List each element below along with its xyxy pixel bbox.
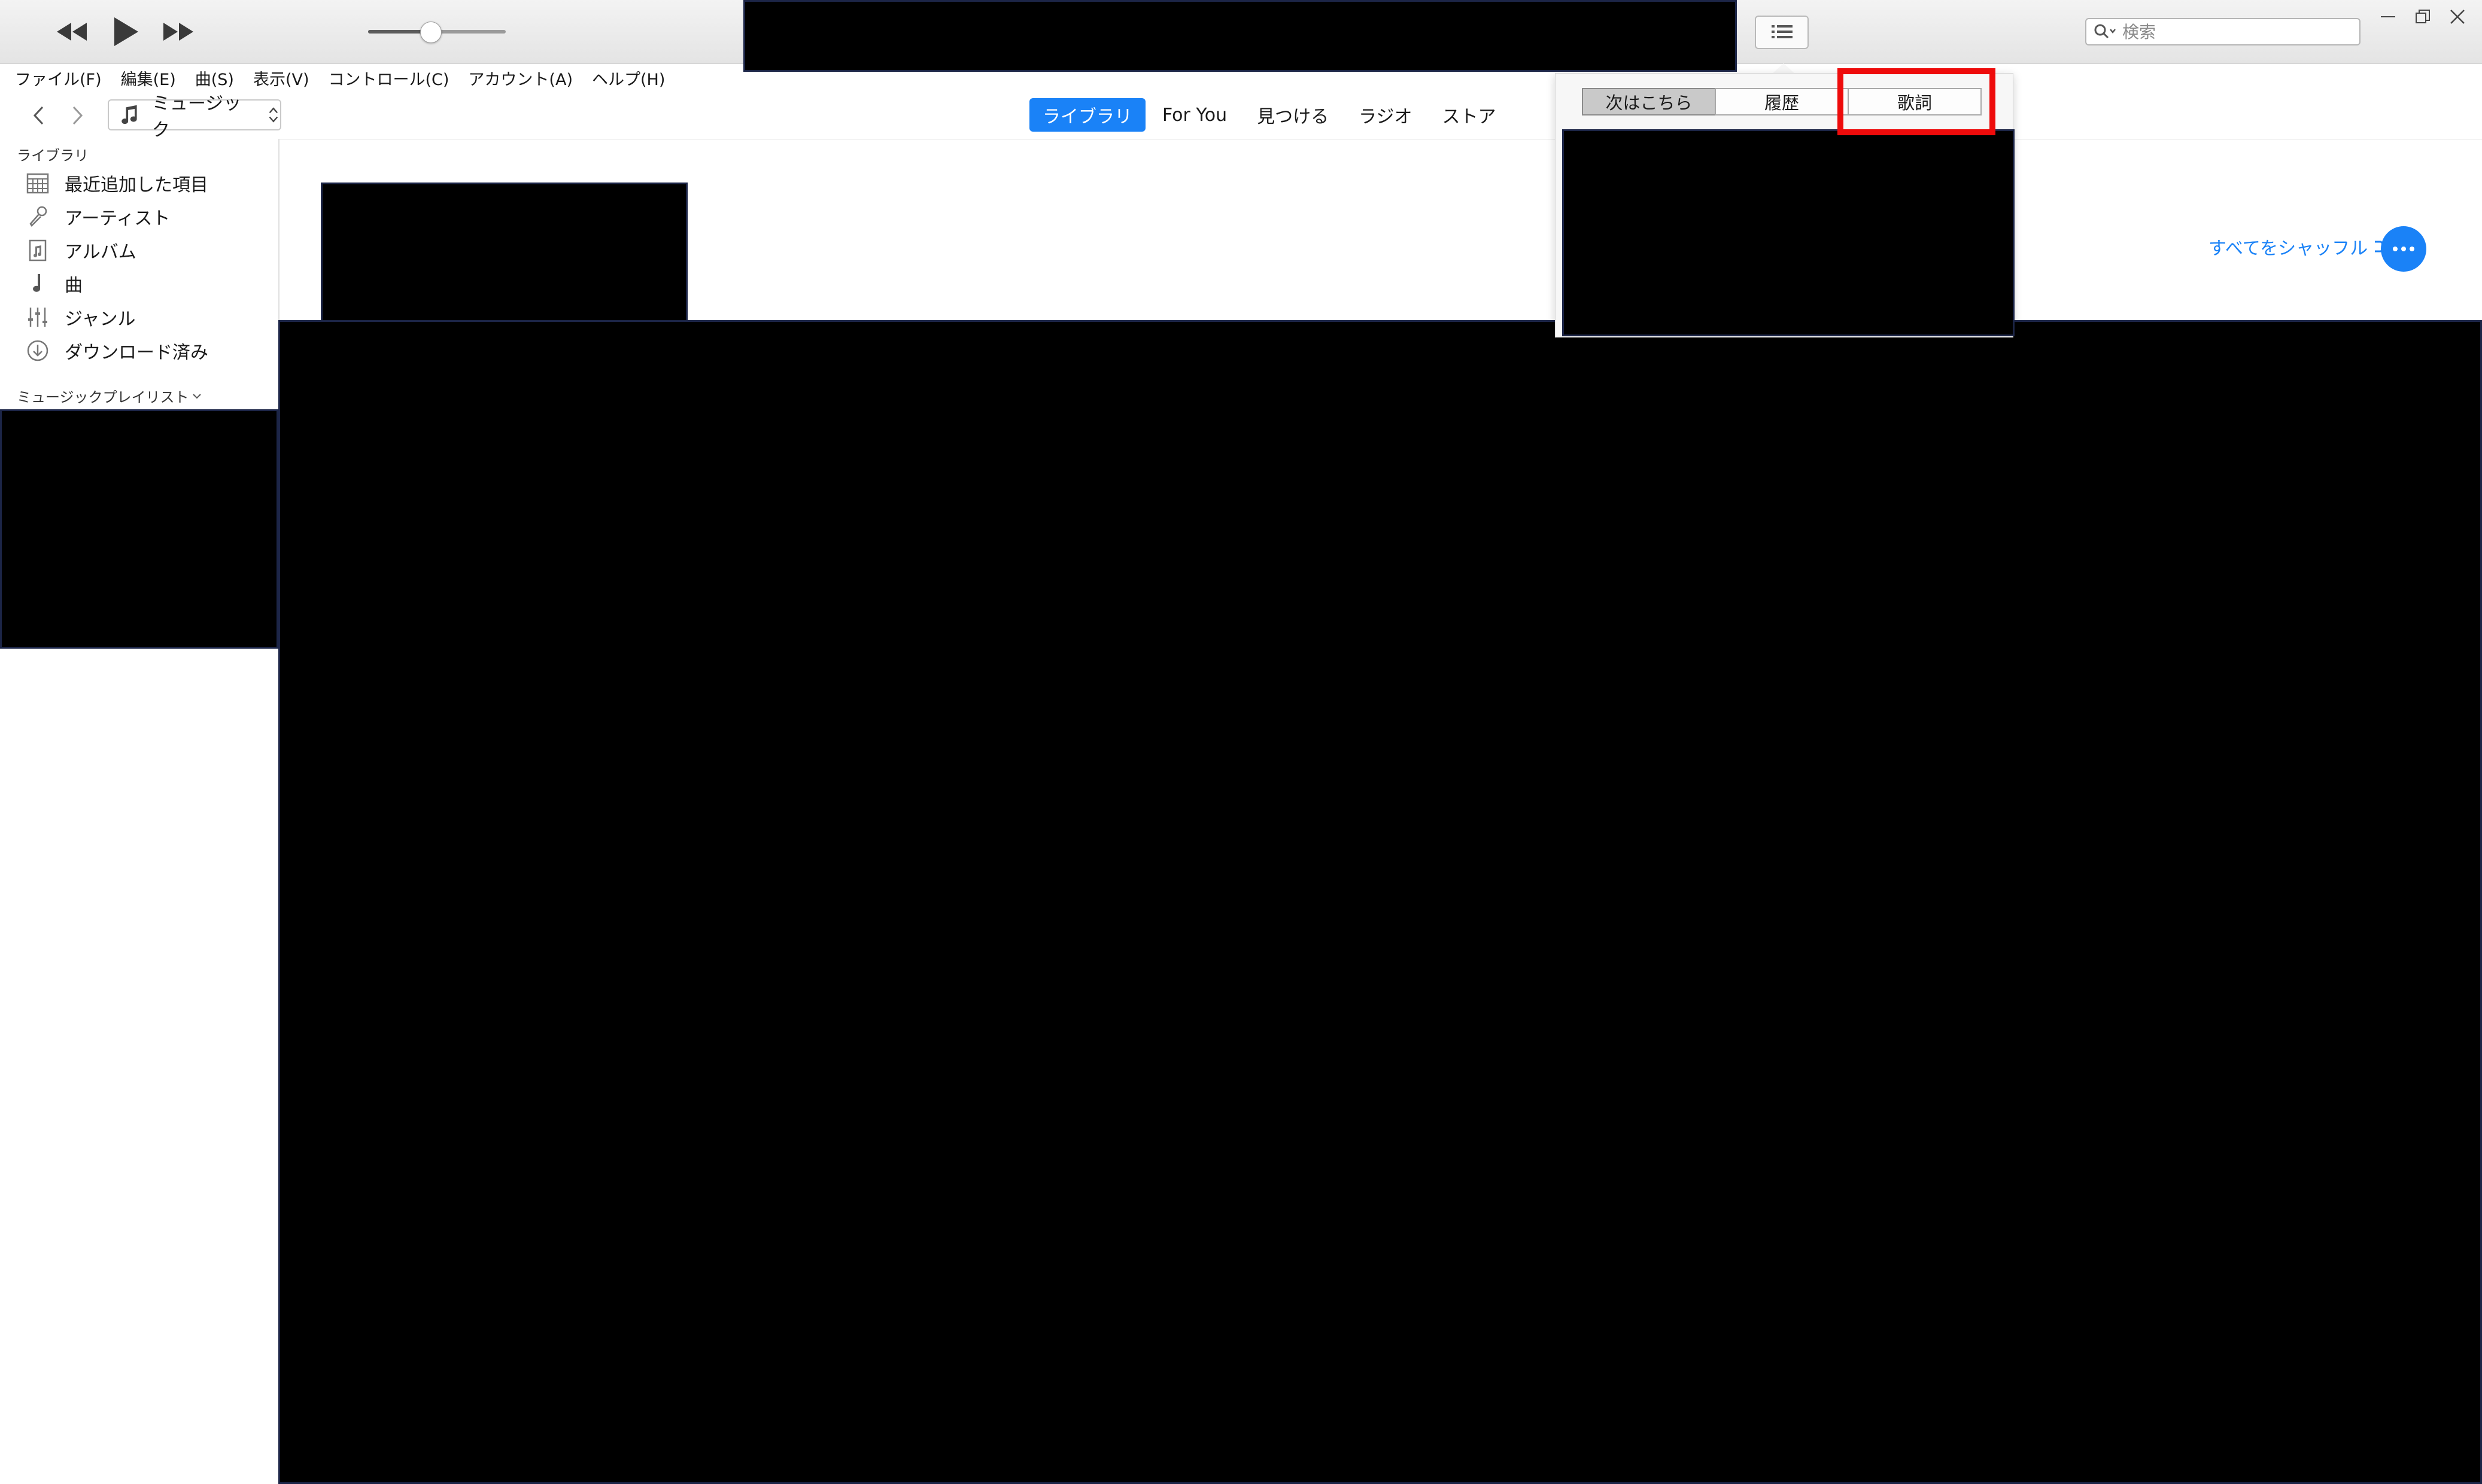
media-type-picker[interactable]: ミュージック	[108, 93, 281, 141]
minimize-icon[interactable]	[2370, 4, 2406, 30]
album-artwork[interactable]	[321, 183, 688, 323]
tab-store[interactable]: ストア	[1429, 98, 1509, 132]
sidebar-item-label: ダウンロード済み	[65, 342, 208, 363]
sidebar-item-albums[interactable]: アルバム	[24, 235, 136, 266]
library-header: ライブラリ	[17, 147, 89, 164]
sidebar-item-label: 曲	[65, 275, 83, 296]
library-content[interactable]	[278, 320, 2482, 1484]
sidebar-item-label: アルバム	[65, 242, 136, 263]
player-toolbar	[0, 0, 2482, 72]
restore-icon[interactable]	[2405, 4, 2441, 30]
playlists-list[interactable]	[0, 409, 278, 649]
chevron-down-icon	[192, 393, 201, 399]
volume-slider[interactable]	[368, 22, 506, 43]
sidebar-item-label: 最近追加した項目	[65, 175, 208, 196]
navigation-bar: ミュージック ライブラリ For You 見つける ラジオ ストア	[0, 92, 2482, 141]
menu-file[interactable]: ファイル(F)	[0, 66, 111, 90]
recently-added-icon	[24, 169, 51, 197]
tab-history[interactable]: 履歴	[1715, 88, 1849, 115]
up-next-list[interactable]	[1562, 129, 2015, 336]
close-icon[interactable]	[2440, 4, 2475, 30]
chevron-right-icon	[72, 106, 83, 125]
menu-song[interactable]: 曲(S)	[186, 66, 244, 90]
search-input[interactable]	[2121, 21, 2339, 42]
itunes-window: ファイル(F) 編集(E) 曲(S) 表示(V) コントロール(C) アカウント…	[0, 0, 2482, 1484]
tab-up-next[interactable]: 次はこちら	[1582, 88, 1716, 115]
tab-library[interactable]: ライブラリ	[1029, 98, 1146, 132]
lyrics-tab-highlight	[1837, 68, 1995, 135]
fast-forward-icon[interactable]	[159, 17, 198, 47]
playlists-header-label: ミュージックプレイリスト	[17, 389, 189, 406]
menu-controls[interactable]: コントロール(C)	[319, 66, 459, 90]
album-icon	[24, 236, 51, 264]
tab-radio[interactable]: ラジオ	[1345, 98, 1425, 132]
ellipsis-icon	[2393, 247, 2414, 251]
volume-knob[interactable]	[420, 22, 442, 43]
menu-edit[interactable]: 編集(E)	[111, 66, 186, 90]
menu-bar: ファイル(F) 編集(E) 曲(S) 表示(V) コントロール(C) アカウント…	[0, 63, 2482, 92]
rewind-icon[interactable]	[53, 17, 91, 47]
now-playing-display[interactable]	[743, 0, 1737, 72]
up-down-chevron-icon	[269, 107, 278, 123]
sidebar-item-recently-added[interactable]: 最近追加した項目	[24, 168, 208, 199]
sidebar-item-label: アーティスト	[65, 208, 171, 229]
tab-for-you[interactable]: For You	[1149, 98, 1240, 132]
music-note-icon	[121, 105, 137, 124]
sidebar-item-genres[interactable]: ジャンル	[24, 302, 136, 333]
play-icon[interactable]	[108, 13, 144, 50]
chevron-left-icon	[33, 106, 44, 125]
menu-help[interactable]: ヘルプ(H)	[582, 66, 675, 90]
microphone-icon	[24, 203, 51, 230]
more-options-button[interactable]	[2381, 226, 2426, 272]
sidebar-item-songs[interactable]: 曲	[24, 268, 83, 299]
shuffle-all-button[interactable]: すべてをシャッフル	[2208, 233, 2404, 260]
playlists-header[interactable]: ミュージックプレイリスト	[17, 385, 202, 406]
genre-icon	[24, 303, 51, 331]
music-note-icon	[24, 270, 51, 297]
sidebar: ライブラリ 最近追加した項目 アーティスト アルバム 曲 ジャンル ダウンロード…	[0, 139, 280, 1484]
up-next-button[interactable]	[1755, 16, 1809, 49]
menu-account[interactable]: アカウント(A)	[458, 66, 582, 90]
sidebar-item-label: ジャンル	[65, 309, 136, 330]
tab-browse[interactable]: 見つける	[1244, 98, 1342, 132]
download-icon	[24, 337, 51, 364]
back-button[interactable]	[23, 101, 55, 130]
menu-view[interactable]: 表示(V)	[244, 66, 319, 90]
forward-button[interactable]	[61, 101, 93, 130]
media-type-label: ミュージック	[151, 93, 242, 141]
search-icon	[2094, 24, 2116, 39]
shuffle-all-label: すべてをシャッフル	[2208, 238, 2368, 259]
main-tabs: ライブラリ For You 見つける ラジオ ストア	[1029, 98, 1513, 132]
sidebar-item-artists[interactable]: アーティスト	[24, 201, 170, 232]
search-box[interactable]	[2085, 18, 2361, 45]
sidebar-item-downloaded[interactable]: ダウンロード済み	[24, 335, 208, 366]
